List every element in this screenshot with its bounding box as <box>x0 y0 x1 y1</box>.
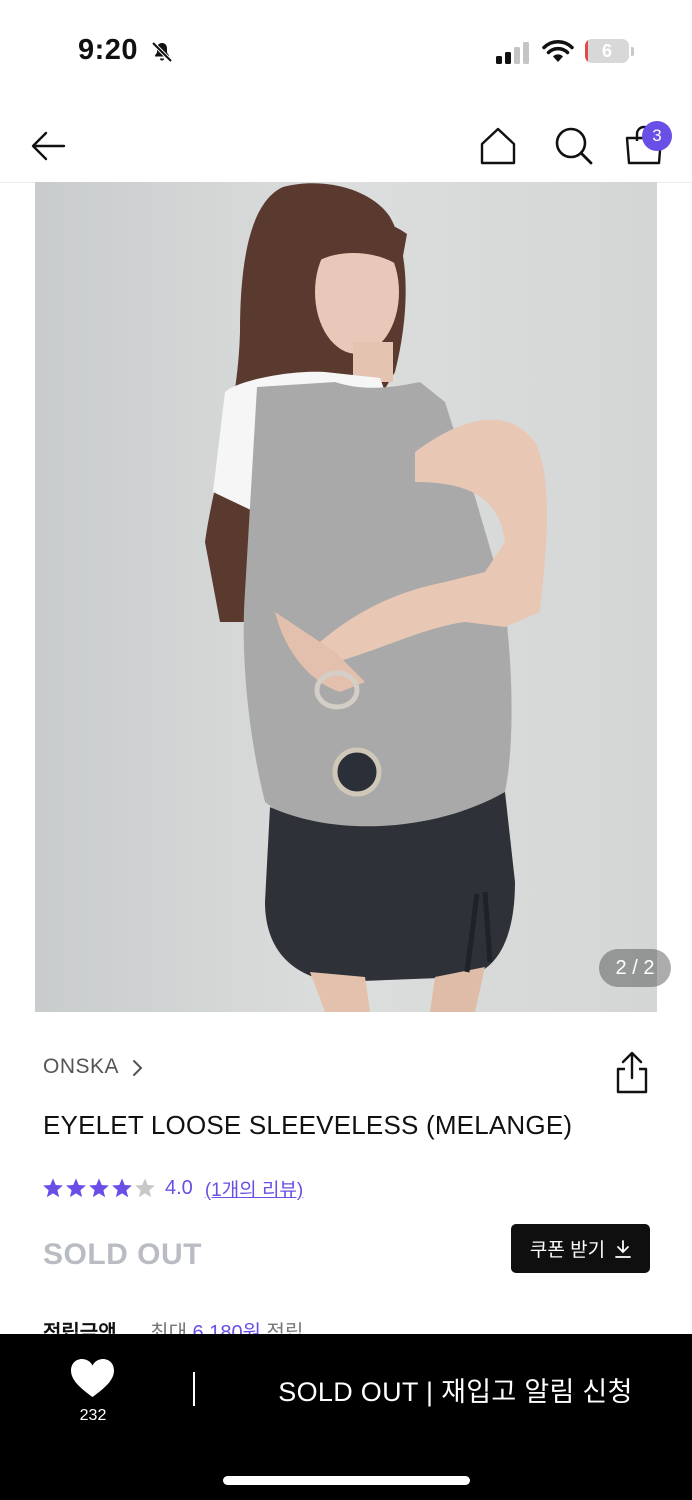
product-title: EYELET LOOSE SLEEVELESS (MELANGE) <box>43 1110 573 1140</box>
rating-value: 4.0 <box>165 1176 193 1199</box>
battery-level: 6 <box>601 41 612 61</box>
download-icon <box>615 1239 631 1258</box>
sold-out-label: SOLD OUT <box>43 1238 202 1271</box>
home-icon[interactable] <box>474 122 522 170</box>
share-icon[interactable] <box>610 1050 654 1096</box>
top-navigation <box>0 100 692 183</box>
star-filled-icon <box>43 1178 63 1198</box>
silent-bell-icon <box>151 41 173 63</box>
battery-indicator: 6 <box>585 39 635 65</box>
coupon-button-label: 쿠폰 받기 <box>529 1240 606 1261</box>
star-rating <box>42 1177 157 1199</box>
rating-row: 4.0 (1개의 리뷰) <box>42 1174 303 1202</box>
divider <box>193 1372 195 1406</box>
status-time: 9:20 <box>78 34 139 66</box>
wifi-icon <box>542 40 574 62</box>
product-image[interactable] <box>35 182 657 1012</box>
home-indicator[interactable] <box>223 1476 470 1485</box>
coupon-download-button[interactable]: 쿠폰 받기 <box>511 1224 650 1273</box>
brand-link[interactable]: ONSKA <box>43 1055 119 1079</box>
chevron-right-icon[interactable] <box>130 1057 146 1079</box>
back-arrow-icon[interactable] <box>26 122 74 170</box>
reward-points-row: 적립금액 최대 6,180원 적립 <box>43 1316 303 1336</box>
heart-icon[interactable] <box>70 1358 115 1398</box>
cell-signal-icon <box>496 42 529 64</box>
like-count: 232 <box>79 1407 107 1424</box>
star-filled-icon <box>66 1178 86 1198</box>
status-bar: 9:20 6 <box>0 0 692 100</box>
image-counter: 2 / 2 <box>599 949 671 987</box>
search-icon[interactable] <box>550 122 598 170</box>
star-filled-icon <box>112 1178 132 1198</box>
cart-count-badge: 3 <box>642 121 672 151</box>
restock-alert-button[interactable]: SOLD OUT | 재입고 알림 신청 <box>228 1370 683 1409</box>
review-count-link[interactable]: (1개의 리뷰) <box>205 1175 303 1202</box>
star-empty-icon <box>135 1178 155 1198</box>
star-filled-icon <box>89 1178 109 1198</box>
